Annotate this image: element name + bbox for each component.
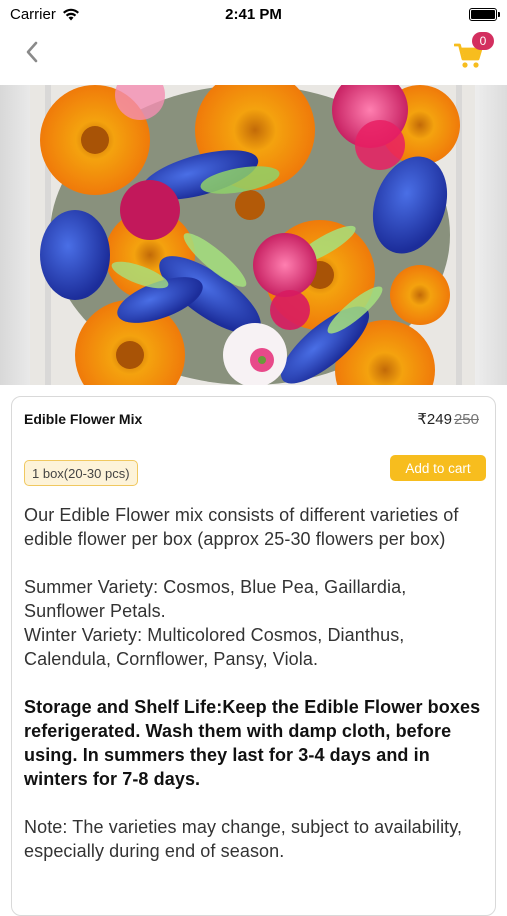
variant-selector[interactable]: 1 box(20-30 pcs) xyxy=(24,460,138,486)
status-left: Carrier xyxy=(10,6,80,23)
product-image xyxy=(0,85,507,385)
carrier-label: Carrier xyxy=(10,5,56,23)
product-description: Our Edible Flower mix consists of differ… xyxy=(24,503,484,887)
original-price: 250 xyxy=(453,411,479,428)
product-name: Edible Flower Mix xyxy=(24,411,143,427)
description-varieties: Summer Variety: Cosmos, Blue Pea, Gailla… xyxy=(24,575,484,671)
availability-note: Note: The varieties may change, subject … xyxy=(24,817,463,861)
back-button[interactable] xyxy=(16,36,48,68)
wifi-icon xyxy=(62,8,79,20)
status-bar: Carrier 2:41 PM xyxy=(0,0,507,28)
product-card: Edible Flower Mix ₹249 250 1 box(20-30 pc… xyxy=(11,396,496,916)
nav-bar: 0 xyxy=(0,28,507,84)
sale-price: ₹249 xyxy=(417,411,452,428)
description-intro: Our Edible Flower mix consists of differ… xyxy=(24,505,459,549)
battery-icon xyxy=(469,7,500,21)
winter-variety: Winter Variety: Multicolored Cosmos, Dia… xyxy=(24,625,405,669)
storage-info: Storage and Shelf Life:Keep the Edible F… xyxy=(24,697,481,789)
cart-button[interactable]: 0 xyxy=(452,32,496,72)
add-to-cart-button[interactable]: Add to cart xyxy=(390,455,486,481)
price: ₹249 250 xyxy=(417,410,479,428)
chevron-left-icon xyxy=(26,41,38,63)
cart-count-badge: 0 xyxy=(472,32,494,50)
flower-mix-illustration xyxy=(30,85,475,385)
summer-variety: Summer Variety: Cosmos, Blue Pea, Gailla… xyxy=(24,577,407,621)
